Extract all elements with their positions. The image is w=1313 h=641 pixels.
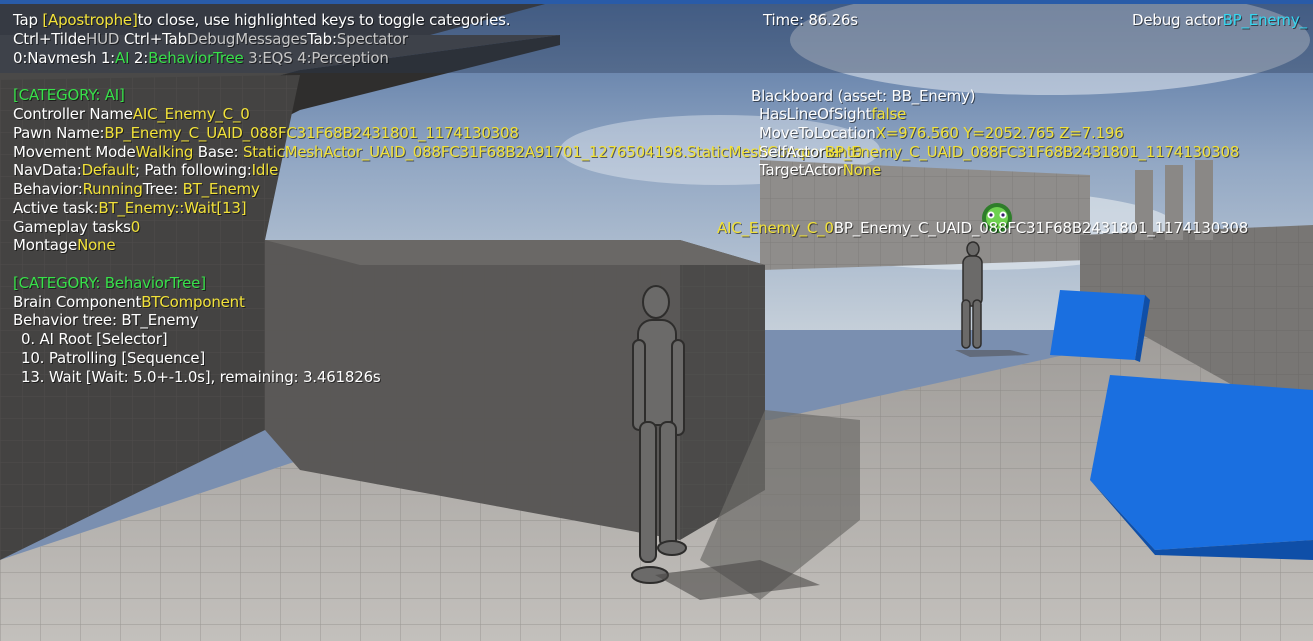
- tap-prefix: Tap: [13, 11, 43, 29]
- bt-node-root: 0. AI Root [Selector]: [21, 330, 168, 348]
- pawn-name-label: Pawn Name:: [13, 124, 105, 142]
- brain-component-label: Brain Component: [13, 293, 142, 311]
- apostrophe-key[interactable]: [Apostrophe]: [42, 11, 137, 29]
- bb-move-to-label: MoveToLocation: [759, 124, 876, 142]
- navdata-value: Default: [81, 161, 136, 179]
- montage-label: Montage: [13, 236, 78, 254]
- bb-move-to-value: X=976.560 Y=2052.765 Z=7.196: [875, 124, 1124, 142]
- spectator-toggle[interactable]: Spectator: [337, 30, 408, 48]
- montage-value: None: [77, 236, 116, 254]
- movement-mode-value: Walking: [135, 143, 194, 161]
- bb-has-los-label: HasLineOfSight: [759, 105, 872, 123]
- path-following-value: Idle: [251, 161, 279, 179]
- category-eqs[interactable]: 3:EQS: [248, 49, 293, 67]
- category-perception[interactable]: 4:Perception: [297, 49, 389, 67]
- navdata-line: NavData:Default; Path following:Idle: [13, 161, 278, 180]
- bb-self-actor-value: BP_Enemy_C_UAID_088FC31F68B2431801_11741…: [824, 143, 1240, 161]
- active-task-value: BT_Enemy::Wait[13]: [98, 199, 247, 217]
- behavior-line: Behavior:RunningTree: BT_Enemy: [13, 180, 260, 199]
- ctrl-tilde-key: Ctrl+Tilde: [13, 30, 87, 48]
- controller-name-label: Controller Name: [13, 105, 133, 123]
- tree-value: BT_Enemy: [182, 180, 260, 198]
- blue-cube-small: [1050, 290, 1145, 360]
- hud-toggle[interactable]: HUD: [86, 30, 119, 48]
- pawn-name-value: BP_Enemy_C_UAID_088FC31F68B2431801_11741…: [104, 124, 519, 142]
- bb-target-actor-label: TargetActor: [759, 161, 843, 179]
- bb-target-actor-value: None: [842, 161, 882, 179]
- bt-node-patrolling: 10. Patrolling [Sequence]: [21, 349, 206, 367]
- category-ai-key: 1:: [100, 49, 116, 67]
- ai-category-header: [CATEGORY: AI]: [13, 86, 125, 104]
- movement-mode-line: Movement ModeWalking Base: StaticMeshAct…: [13, 143, 862, 162]
- behavior-tree-line: Behavior tree: BT_Enemy: [13, 311, 199, 329]
- bb-self-actor-line: SelfActorBP_Enemy_C_UAID_088FC31F68B2431…: [759, 143, 1239, 162]
- hud-help-line: Tap [Apostrophe]to close, use highlighte…: [13, 11, 511, 30]
- category-behaviortree[interactable]: BehaviorTree: [148, 49, 244, 67]
- debug-actor: Debug actorBP_Enemy_: [1132, 11, 1307, 30]
- active-task-label: Active task:: [13, 199, 99, 217]
- brain-component-line: Brain ComponentBTComponent: [13, 293, 245, 312]
- behavior-label: Behavior:: [13, 180, 83, 198]
- category-bt-key: 2:: [133, 49, 149, 67]
- bt-node-wait: 13. Wait [Wait: 5.0+-1.0s], remaining: 3…: [21, 368, 381, 386]
- debug-actor-value: BP_Enemy_: [1222, 11, 1307, 29]
- ctrl-tab-key: Ctrl+Tab: [123, 30, 187, 48]
- gameplay-tasks-line: Gameplay tasks0: [13, 218, 140, 237]
- bb-has-los-value: false: [871, 105, 907, 123]
- montage-line: MontageNone: [13, 236, 116, 255]
- behavior-value: Running: [82, 180, 143, 198]
- brain-component-value: BTComponent: [141, 293, 245, 311]
- enemy-character-far[interactable]: [961, 241, 983, 349]
- tap-suffix: to close, use highlighted keys to toggle…: [137, 11, 511, 29]
- category-toggles: 0:Navmesh 1:AI 2:BehaviorTree 3:EQS 4:Pe…: [13, 49, 389, 68]
- controller-name-line: Controller NameAIC_Enemy_C_0: [13, 105, 250, 124]
- debug-actor-label: Debug actor: [1132, 11, 1223, 29]
- bb-self-actor-label: SelfActor: [759, 143, 825, 161]
- time-readout: Time: 86.26s: [763, 11, 858, 29]
- bb-has-los-line: HasLineOfSightfalse: [759, 105, 906, 124]
- world-controller-label: AIC_Enemy_C_0: [717, 219, 834, 237]
- category-navmesh[interactable]: 0:Navmesh: [13, 49, 96, 67]
- pawn-name-line: Pawn Name:BP_Enemy_C_UAID_088FC31F68B243…: [13, 124, 519, 143]
- active-task-line: Active task:BT_Enemy::Wait[13]: [13, 199, 247, 218]
- world-pawn-label: BP_Enemy_C_UAID_088FC31F68B2431801_11741…: [833, 219, 1249, 237]
- bb-move-to-line: MoveToLocationX=976.560 Y=2052.765 Z=7.1…: [759, 124, 1124, 143]
- movement-mode-label: Movement Mode: [13, 143, 136, 161]
- category-ai[interactable]: AI: [115, 49, 130, 67]
- debug-messages-toggle[interactable]: DebugMessages: [187, 30, 307, 48]
- bt-category-header: [CATEGORY: BehaviorTree]: [13, 274, 206, 292]
- bb-target-actor-line: TargetActorNone: [759, 161, 881, 180]
- path-following-label: ; Path following:: [134, 161, 252, 179]
- tab-key: Tab:: [307, 30, 337, 48]
- base-label: Base:: [193, 143, 243, 161]
- blackboard-title: Blackboard (asset: BB_Enemy): [751, 87, 976, 105]
- gameplay-tasks-value: 0: [130, 218, 141, 236]
- world-actor-label: AIC_Enemy_C_0BP_Enemy_C_UAID_088FC31F68B…: [717, 219, 1248, 238]
- gameplay-tasks-label: Gameplay tasks: [13, 218, 131, 236]
- controller-name-value: AIC_Enemy_C_0: [132, 105, 250, 123]
- tree-label: Tree:: [142, 180, 183, 198]
- navdata-label: NavData:: [13, 161, 82, 179]
- hud-toggle-line: Ctrl+TildeHUD Ctrl+TabDebugMessagesTab:S…: [13, 30, 408, 49]
